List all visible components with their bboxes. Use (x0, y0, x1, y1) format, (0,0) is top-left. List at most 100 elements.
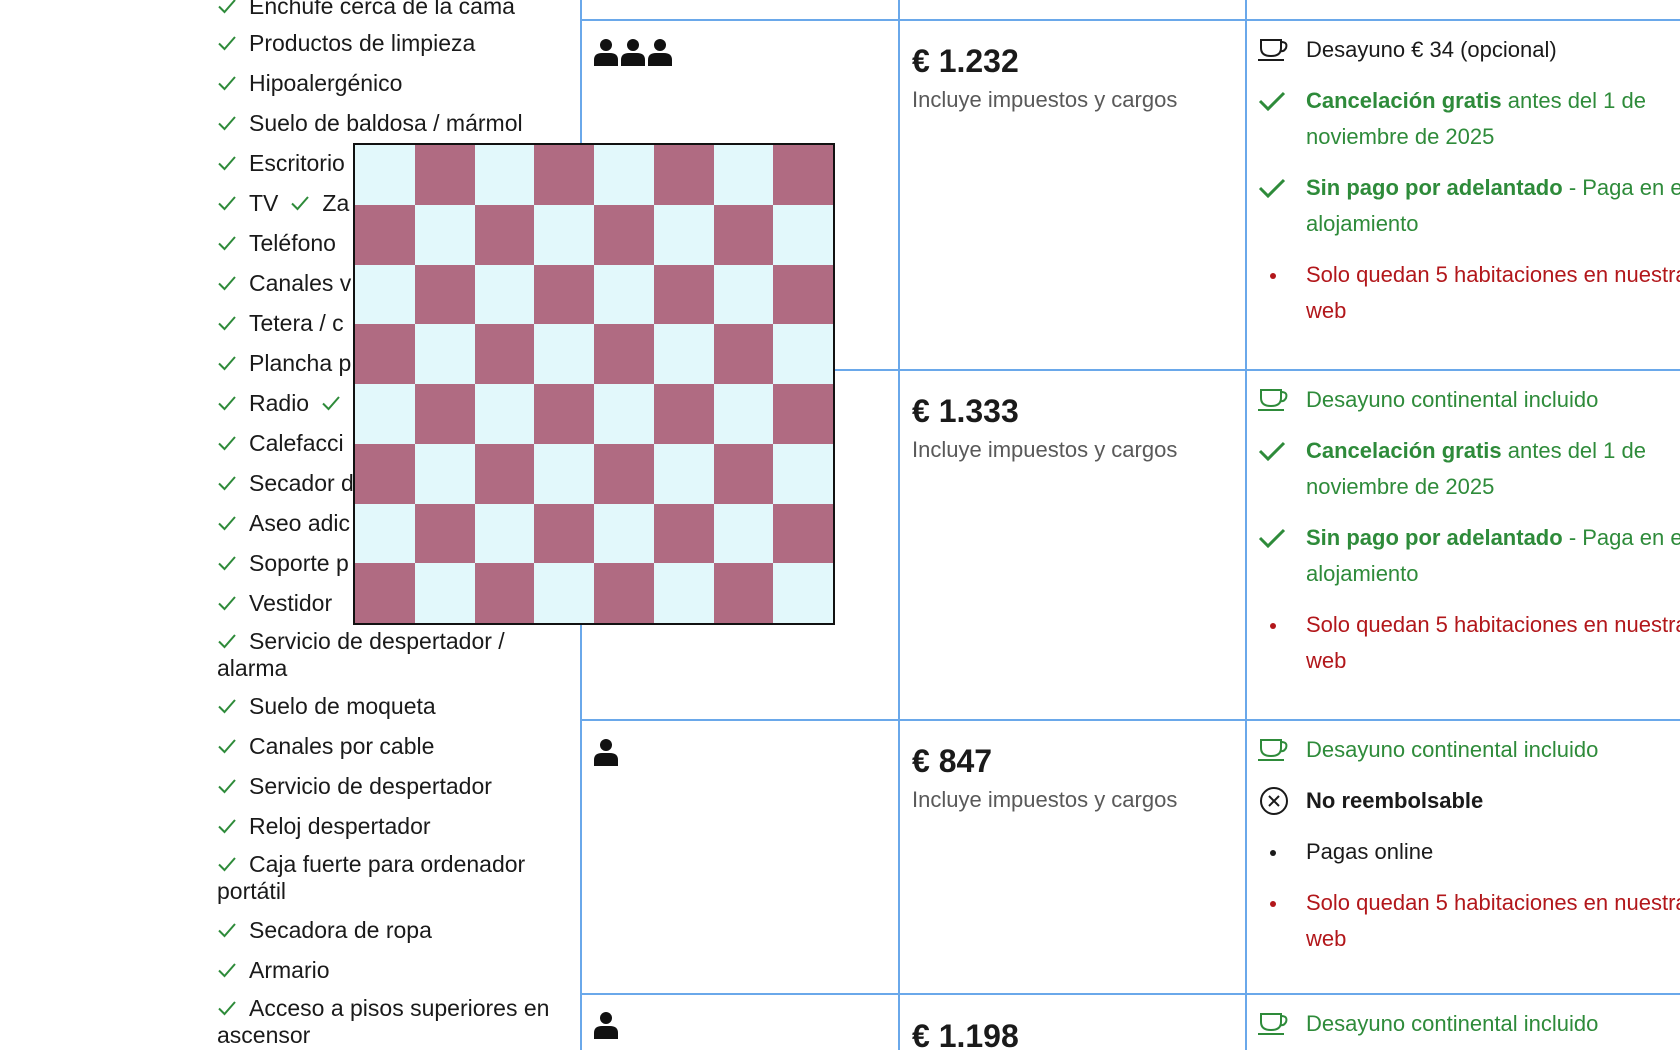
checker-square (653, 503, 714, 564)
check-icon (217, 553, 237, 573)
amenity-item: Armario (217, 957, 557, 984)
checker-square (594, 264, 654, 325)
non-refundable: No reembolsable (1256, 783, 1680, 819)
checkerboard-overlay (353, 143, 835, 625)
check-icon (217, 593, 237, 613)
check-icon (217, 816, 237, 836)
price-cell: € 847 Incluye impuestos y cargos (912, 741, 1232, 816)
amenity-item: Hipoalergénico (217, 70, 557, 97)
price-taxes-note: Incluye impuestos y cargos (912, 437, 1178, 462)
price-taxes-note: Incluye impuestos y cargos (912, 87, 1178, 112)
checker-square (474, 503, 535, 564)
checker-square (355, 443, 415, 504)
table-column-divider (1245, 0, 1247, 1050)
checker-square (534, 145, 594, 205)
checker-square (355, 264, 415, 325)
check-icon (217, 73, 237, 93)
checker-square (773, 384, 833, 444)
checker-square (713, 204, 774, 265)
amenity-item: Productos de limpieza (217, 30, 557, 57)
checker-square (474, 563, 535, 623)
coffee-cup-icon (1258, 739, 1288, 761)
guest-count (594, 738, 618, 766)
amenity-item: Caja fuerte para ordenador portátil (217, 851, 526, 904)
check-icon (217, 631, 237, 651)
person-icon (594, 1012, 618, 1039)
check-icon (1258, 528, 1286, 549)
price-cell: € 1.198 (912, 1016, 1232, 1056)
checker-square (474, 204, 535, 265)
guest-count (594, 1011, 618, 1039)
coffee-cup-icon (1258, 39, 1288, 61)
conditions-cell: Desayuno continental incluido Cancelació… (1256, 382, 1680, 679)
checker-square (653, 563, 714, 623)
free-cancellation: Cancelación gratis antes del 1 de noviem… (1256, 433, 1680, 505)
amenity-item: Canales por cable (217, 733, 557, 760)
checker-square (773, 204, 833, 265)
checker-square (653, 324, 714, 384)
checker-square (534, 443, 594, 504)
checker-square (713, 324, 774, 384)
checker-square (594, 443, 654, 504)
conditions-cell: Desayuno continental incluido (1256, 1006, 1680, 1042)
bullet-icon (1270, 850, 1276, 856)
check-icon (217, 313, 237, 333)
check-icon (290, 193, 310, 213)
checker-square (653, 384, 714, 444)
scarcity-notice: Solo quedan 5 habitaciones en nuestra we… (1256, 885, 1680, 957)
checker-square (713, 145, 774, 205)
checker-square (773, 264, 833, 325)
check-icon (217, 920, 237, 940)
checker-square (474, 324, 535, 384)
checker-square (653, 264, 714, 325)
check-icon (217, 433, 237, 453)
free-cancellation: Cancelación gratis antes del 1 de noviem… (1256, 83, 1680, 155)
person-icon (594, 739, 618, 766)
price-amount: € 1.232 (912, 43, 1019, 79)
check-icon (217, 393, 237, 413)
checker-square (414, 145, 475, 205)
checker-square (594, 503, 654, 564)
amenity-item: Acceso a pisos superiores en ascensor (217, 995, 550, 1048)
scarcity-notice: Solo quedan 5 habitaciones en nuestra we… (1256, 257, 1680, 329)
check-icon (321, 393, 341, 413)
price-taxes-note: Incluye impuestos y cargos (912, 787, 1178, 812)
checker-square (534, 264, 594, 325)
check-icon (217, 233, 237, 253)
check-icon (217, 273, 237, 293)
checker-square (594, 324, 654, 384)
bullet-icon (1270, 273, 1276, 279)
checker-square (594, 204, 654, 265)
check-icon (217, 998, 237, 1018)
breakfast-info: Desayuno continental incluido (1256, 382, 1680, 418)
checker-square (653, 204, 714, 265)
checker-square (713, 264, 774, 325)
scarcity-notice: Solo quedan 5 habitaciones en nuestra we… (1256, 607, 1680, 679)
checker-square (414, 563, 475, 623)
person-icon (621, 39, 645, 66)
checker-square (355, 384, 415, 444)
checker-square (474, 145, 535, 205)
table-row-divider (580, 19, 1680, 21)
checker-square (474, 443, 535, 504)
breakfast-info: Desayuno continental incluido (1256, 732, 1680, 768)
check-icon (217, 960, 237, 980)
checker-square (773, 145, 833, 205)
check-icon (217, 736, 237, 756)
checker-square (773, 443, 833, 504)
price-cell: € 1.232 Incluye impuestos y cargos (912, 41, 1232, 116)
checker-square (414, 384, 475, 444)
person-icon (648, 39, 672, 66)
check-icon (217, 854, 237, 874)
check-icon (217, 33, 237, 53)
price-amount: € 1.333 (912, 393, 1019, 429)
breakfast-info: Desayuno continental incluido (1256, 1006, 1680, 1042)
checker-square (713, 384, 774, 444)
checker-square (594, 563, 654, 623)
pay-online: Pagas online (1256, 834, 1680, 870)
amenity-item: Servicio de despertador (217, 773, 557, 800)
checker-square (474, 384, 535, 444)
checker-square (355, 204, 415, 265)
checker-square (355, 503, 415, 564)
table-row-divider (580, 719, 1680, 721)
